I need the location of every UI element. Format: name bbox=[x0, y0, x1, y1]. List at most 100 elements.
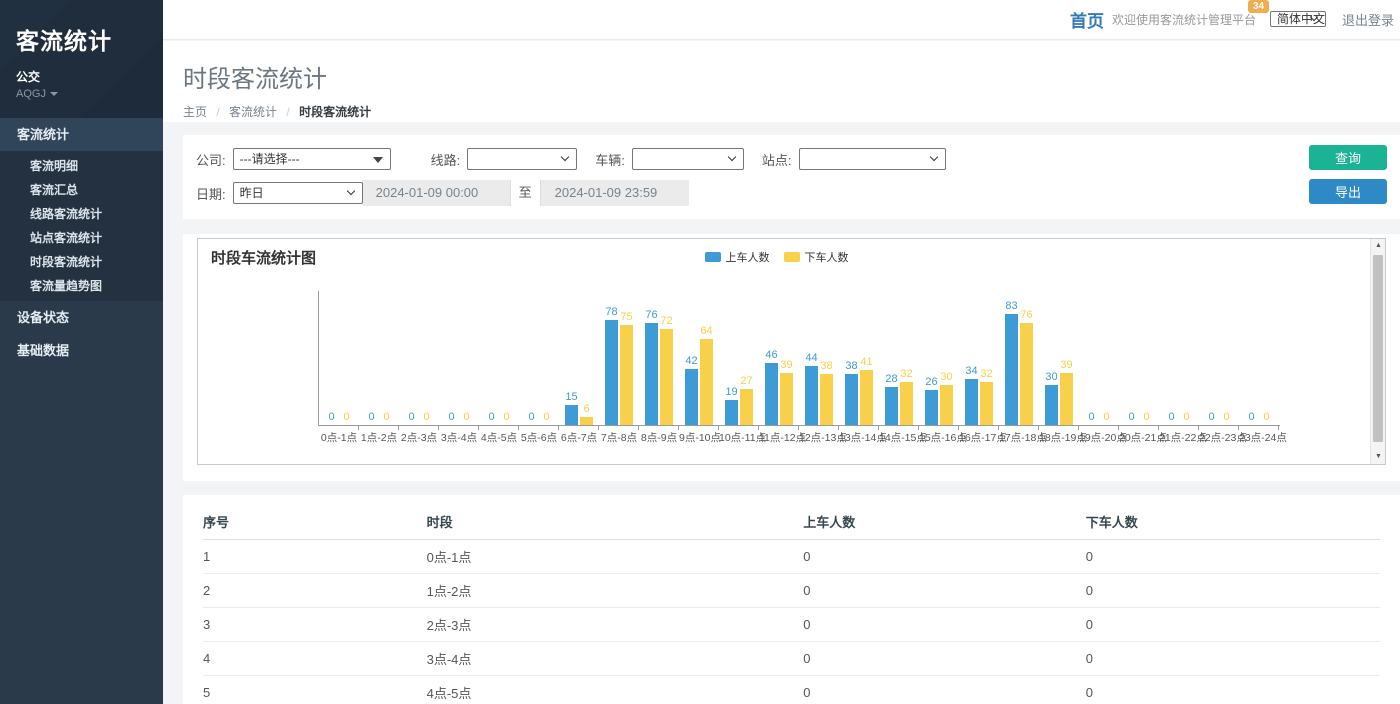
table-cell: 0 bbox=[1086, 608, 1380, 642]
bar[interactable]: 72 bbox=[660, 329, 673, 425]
bar-group: 4639 bbox=[759, 291, 799, 425]
bar[interactable]: 28 bbox=[885, 387, 898, 425]
search-button[interactable]: 查询 bbox=[1309, 145, 1387, 170]
x-axis-line bbox=[318, 425, 1280, 426]
bar[interactable]: 38 bbox=[820, 374, 833, 425]
language-select[interactable]: 简体中文 bbox=[1270, 11, 1326, 27]
bar[interactable]: 42 bbox=[685, 369, 698, 425]
sidebar-subitem-1[interactable]: 客流明细 bbox=[0, 154, 163, 178]
bar-value-label: 0 bbox=[448, 411, 454, 423]
bar[interactable]: 26 bbox=[925, 390, 938, 425]
triangle-down-icon bbox=[373, 157, 383, 163]
bar[interactable]: 64 bbox=[700, 339, 713, 425]
scrollbar-up-arrow[interactable]: ▲ bbox=[1371, 239, 1386, 253]
sidebar-subitem-4[interactable]: 站点客流统计 bbox=[0, 226, 163, 250]
vehicle-label: 车辆: bbox=[595, 150, 625, 169]
bar[interactable]: 78 bbox=[605, 320, 618, 425]
bar-value-label: 6 bbox=[583, 403, 589, 415]
chart-legend: 上车人数下车人数 bbox=[198, 249, 1355, 265]
logout-link[interactable]: 退出登录 bbox=[1342, 10, 1394, 29]
header-period: 时段 bbox=[427, 503, 804, 540]
x-tick-label: 13点-14点 bbox=[839, 430, 879, 445]
breadcrumb-separator: / bbox=[216, 105, 219, 119]
company-select[interactable]: ---请选择--- bbox=[233, 148, 391, 170]
table-cell: 0 bbox=[803, 642, 1085, 676]
breadcrumb: 主页 / 客流统计 / 时段客流统计 bbox=[183, 103, 1400, 120]
bar-value-label: 0 bbox=[488, 411, 494, 423]
bar[interactable]: 34 bbox=[965, 379, 978, 425]
bar[interactable]: 39 bbox=[780, 373, 793, 425]
bar[interactable]: 15 bbox=[565, 405, 578, 425]
bar-value-label: 0 bbox=[503, 411, 509, 423]
bar[interactable]: 44 bbox=[805, 366, 818, 425]
date-to-input[interactable]: 2024-01-09 23:59 bbox=[541, 180, 689, 206]
sidebar-subitem-3[interactable]: 线路客流统计 bbox=[0, 202, 163, 226]
bar-value-label: 0 bbox=[543, 411, 549, 423]
bar[interactable]: 76 bbox=[1020, 323, 1033, 425]
chart-bars: 0000000000001567875767242641927463944383… bbox=[319, 291, 1279, 425]
language-select-wrap: 34 简体中文 bbox=[1270, 10, 1326, 29]
bar[interactable]: 19 bbox=[725, 400, 738, 425]
date-preset-select[interactable]: 昨日 bbox=[233, 182, 363, 204]
bar-value-label: 0 bbox=[463, 411, 469, 423]
x-tick-mark bbox=[798, 426, 799, 430]
sidebar: 客流统计 公交 AQGJ 客流统计客流明细客流汇总线路客流统计站点客流统计时段客… bbox=[0, 0, 163, 704]
station-label: 站点: bbox=[762, 150, 792, 169]
bar[interactable]: 39 bbox=[1060, 373, 1073, 425]
breadcrumb-current: 时段客流统计 bbox=[299, 105, 371, 119]
bar-value-label: 0 bbox=[528, 411, 534, 423]
scrollbar-down-arrow[interactable]: ▼ bbox=[1371, 450, 1386, 464]
bar-value-label: 72 bbox=[660, 315, 672, 327]
sidebar-subitem-2[interactable]: 客流汇总 bbox=[0, 178, 163, 202]
legend-item[interactable]: 上车人数 bbox=[705, 249, 770, 265]
bar[interactable]: 75 bbox=[620, 325, 633, 426]
export-button[interactable]: 导出 bbox=[1309, 179, 1387, 204]
bar[interactable]: 38 bbox=[845, 374, 858, 425]
chevron-down-icon bbox=[346, 187, 354, 195]
sidebar-item-7[interactable]: 设备状态 bbox=[0, 301, 163, 334]
scrollbar-thumb[interactable] bbox=[1373, 255, 1383, 442]
bar[interactable]: 32 bbox=[900, 382, 913, 425]
vehicle-select[interactable] bbox=[632, 148, 744, 170]
bar[interactable]: 46 bbox=[765, 363, 778, 425]
table-row: 21点-2点00 bbox=[203, 574, 1380, 608]
bar-group: 00 bbox=[319, 291, 359, 425]
bar[interactable]: 27 bbox=[740, 389, 753, 425]
bar-value-label: 38 bbox=[820, 360, 832, 372]
bar[interactable]: 76 bbox=[645, 323, 658, 425]
x-tick-mark bbox=[758, 426, 759, 430]
legend-swatch-icon bbox=[784, 252, 800, 262]
bar[interactable]: 41 bbox=[860, 370, 873, 425]
bar-group: 00 bbox=[1239, 291, 1279, 425]
x-tick-mark bbox=[1158, 426, 1159, 430]
home-link[interactable]: 首页 bbox=[1070, 7, 1104, 32]
sidebar-subitem-6[interactable]: 客流量趋势图 bbox=[0, 274, 163, 298]
bar-group: 4438 bbox=[799, 291, 839, 425]
station-select[interactable] bbox=[799, 148, 946, 170]
table-cell: 0 bbox=[1086, 574, 1380, 608]
bar[interactable]: 83 bbox=[1005, 314, 1018, 425]
bar[interactable]: 32 bbox=[980, 382, 993, 425]
chart-vertical-scrollbar[interactable]: ▲ ▼ bbox=[1370, 239, 1385, 464]
breadcrumb-passenger-stats[interactable]: 客流统计 bbox=[229, 105, 277, 119]
date-from-input[interactable]: 2024-01-09 00:00 bbox=[362, 180, 510, 206]
bar-value-label: 30 bbox=[1045, 371, 1057, 383]
legend-item[interactable]: 下车人数 bbox=[784, 249, 849, 265]
app-title: 客流统计 bbox=[16, 22, 163, 56]
bar[interactable]: 30 bbox=[940, 385, 953, 425]
breadcrumb-home[interactable]: 主页 bbox=[183, 105, 207, 119]
sidebar-item-8[interactable]: 基础数据 bbox=[0, 334, 163, 367]
bar[interactable]: 6 bbox=[580, 417, 593, 425]
x-tick-label: 8点-9点 bbox=[639, 430, 679, 445]
sidebar-subitem-5[interactable]: 时段客流统计 bbox=[0, 250, 163, 274]
bar[interactable]: 30 bbox=[1045, 385, 1058, 425]
filter-row-1: 公司: ---请选择--- 线路: 车辆: 站点: bbox=[196, 147, 1290, 171]
bar-value-label: 75 bbox=[620, 311, 632, 323]
org-selector[interactable]: AQGJ bbox=[16, 88, 163, 100]
bar-value-label: 30 bbox=[940, 371, 952, 383]
sidebar-item-0[interactable]: 客流统计 bbox=[0, 118, 163, 151]
line-select[interactable] bbox=[467, 148, 577, 170]
filter-panel: 公司: ---请选择--- 线路: 车辆: 站点: 日期: 昨日 2024-01… bbox=[183, 135, 1400, 219]
table-cell: 1点-2点 bbox=[427, 574, 804, 608]
table-cell: 1 bbox=[203, 540, 427, 574]
